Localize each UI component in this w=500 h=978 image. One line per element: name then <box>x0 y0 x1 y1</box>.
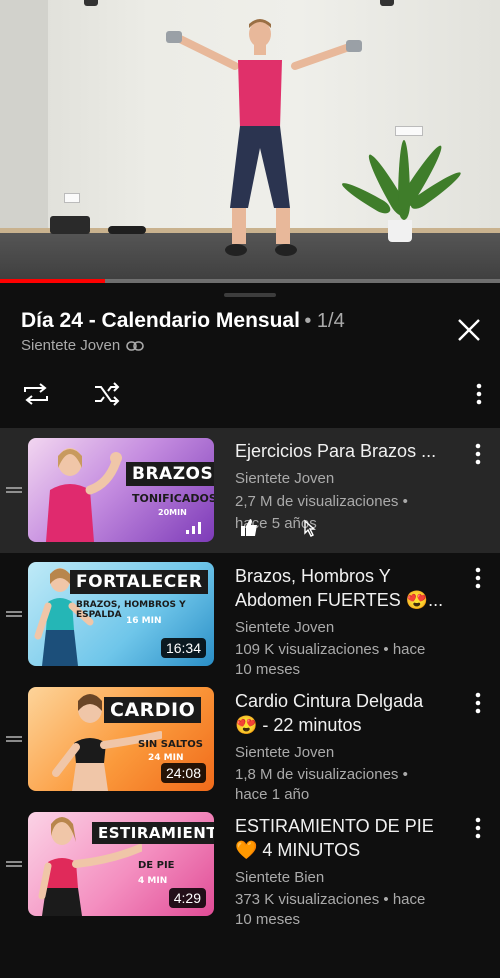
playlist-channel-name: Sientete Joven <box>21 337 121 354</box>
video-channel: Sientete Bien <box>235 869 325 886</box>
drag-handle-icon[interactable] <box>6 609 22 619</box>
thumbnail-subtitle: SIN SALTOS <box>138 739 203 750</box>
more-vert-icon[interactable] <box>471 688 485 718</box>
playlist-item[interactable]: CARDIO SIN SALTOS 24 MIN 24:08 Cardio Ci… <box>0 678 500 803</box>
drag-handle-icon[interactable] <box>6 734 22 744</box>
thumbnail-minutes: 20MIN <box>158 508 187 517</box>
wall-socket <box>395 126 423 136</box>
playlist-channel-row[interactable]: Sientete Joven <box>21 337 145 354</box>
drag-handle-icon[interactable] <box>6 485 22 495</box>
video-thumbnail[interactable]: FORTALECER BRAZOS, HOMBROS Y ESPALDA 16 … <box>28 562 214 666</box>
bars-icon <box>186 522 201 534</box>
video-duration: 16:34 <box>160 638 206 658</box>
thumbnail-minutes: 16 MIN <box>126 616 162 626</box>
ceiling-light <box>84 0 98 6</box>
thumbnail-label: FORTALECER <box>70 570 209 594</box>
more-vert-icon[interactable] <box>471 813 485 843</box>
video-channel: Sientete Joven <box>235 619 335 636</box>
ceiling-light <box>380 0 394 6</box>
video-wall-left <box>0 0 48 235</box>
video-title-line: ESTIRAMIENTO DE PIE <box>235 816 434 836</box>
playlist-panel: Día 24 - Calendario Mensual • 1/4 Siente… <box>0 283 500 978</box>
pointer-icon <box>304 519 316 537</box>
playlist-item[interactable]: ESTIRAMIENTO DE PIE 4 MIN 4:29 ESTIRAMIE… <box>0 803 500 928</box>
playlist-item[interactable]: BRAZOS TONIFICADOS 20MIN Ejercicios Para… <box>0 428 500 553</box>
thumbnail-subtitle: TONIFICADOS <box>132 492 214 505</box>
wall-socket <box>64 193 80 203</box>
video-thumbnail[interactable]: ESTIRAMIENTO DE PIE 4 MIN 4:29 <box>28 812 214 916</box>
drag-handle-icon[interactable] <box>6 859 22 869</box>
video-player[interactable] <box>0 0 500 283</box>
thumbnail-minutes: 24 MIN <box>148 753 184 763</box>
video-title-line: 🧡 4 MINUTOS <box>235 840 361 860</box>
playlist-title: Día 24 - Calendario Mensual <box>21 309 300 332</box>
thumb-up-icon <box>241 519 257 536</box>
thumbnail-subtitle: DE PIE <box>138 860 175 871</box>
video-title-line: Abdomen FUERTES 😍... <box>235 590 444 610</box>
more-vert-icon[interactable] <box>472 379 486 409</box>
video-person <box>166 19 362 256</box>
video-thumbnail[interactable]: CARDIO SIN SALTOS 24 MIN 24:08 <box>28 687 214 791</box>
video-channel: Sientete Joven <box>235 470 335 487</box>
playlist-header: Día 24 - Calendario Mensual • 1/4 <box>21 309 441 333</box>
video-views: 1,8 M de visualizaciones • <box>235 766 408 783</box>
plant-pot <box>388 220 412 242</box>
video-title-line: Brazos, Hombros Y <box>235 566 391 586</box>
floor-dumbbells <box>108 226 146 234</box>
thumbnail-label: ESTIRAMIENTO <box>92 822 214 844</box>
video-age: hace 5 años <box>235 515 317 532</box>
link-icon <box>126 340 145 351</box>
video-title: ESTIRAMIENTO DE PIE 🧡 4 MINUTOS <box>235 814 463 862</box>
video-views: 373 K visualizaciones • hace <box>235 891 426 908</box>
loop-icon[interactable] <box>21 379 51 409</box>
thumbnail-minutes: 4 MIN <box>138 876 168 886</box>
video-title: Ejercicios Para Brazos ... <box>235 441 437 461</box>
drag-handle-bar[interactable] <box>224 293 276 297</box>
video-views: 2,7 M de visualizaciones • <box>235 493 408 510</box>
thumbnail-label: CARDIO <box>104 697 202 723</box>
more-vert-icon[interactable] <box>471 563 485 593</box>
video-channel: Sientete Joven <box>235 744 335 761</box>
video-age: hace 1 año <box>235 786 310 803</box>
video-duration: 4:29 <box>168 888 206 908</box>
video-views: 109 K visualizaciones • hace <box>235 641 426 658</box>
video-title: Cardio Cintura Delgada 😍 - 22 minutos <box>235 689 463 737</box>
video-duration: 24:08 <box>160 763 206 783</box>
playlist-item[interactable]: FORTALECER BRAZOS, HOMBROS Y ESPALDA 16 … <box>0 553 500 678</box>
video-age: 10 meses <box>235 911 301 928</box>
close-icon[interactable] <box>452 313 486 347</box>
video-title-line: 😍 - 22 minutos <box>235 715 362 735</box>
floor-equipment <box>50 216 90 234</box>
playlist-position: • 1/4 <box>304 310 345 332</box>
video-age: 10 meses <box>235 661 301 678</box>
thumbnail-label: BRAZOS <box>126 462 214 486</box>
video-title: Brazos, Hombros Y Abdomen FUERTES 😍... <box>235 564 463 612</box>
more-vert-icon[interactable] <box>471 439 485 469</box>
video-thumbnail[interactable]: BRAZOS TONIFICADOS 20MIN <box>28 438 214 542</box>
video-title-line: Cardio Cintura Delgada <box>235 691 424 711</box>
thumbnail-person <box>46 448 122 542</box>
shuffle-icon[interactable] <box>92 379 122 409</box>
